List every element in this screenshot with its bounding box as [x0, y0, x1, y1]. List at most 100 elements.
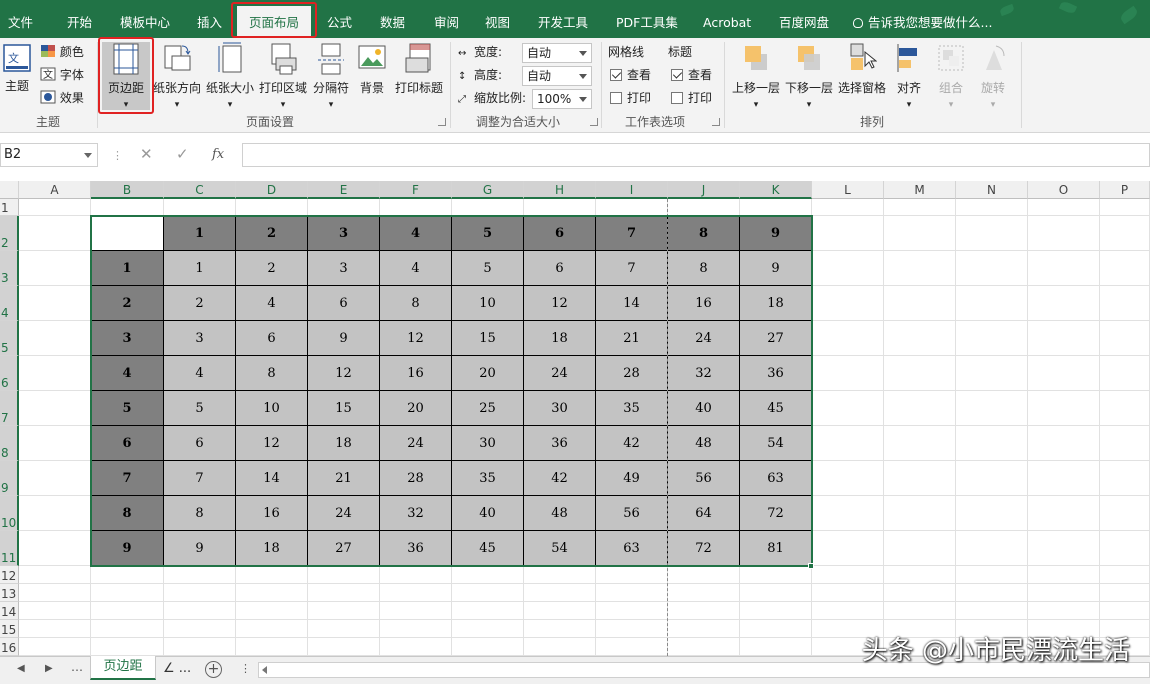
row-header-7[interactable]: 7: [0, 391, 19, 426]
worksheet-grid[interactable]: A B C D E F G H I J K L M N O P 1 2 3 4 5 6 7 8 9 10 11 12 13 14 15 16 1…: [0, 181, 1150, 656]
gridline: [19, 583, 1150, 584]
print-titles-button[interactable]: 打印标题: [393, 42, 445, 96]
row-header-1[interactable]: 1: [0, 199, 19, 216]
row-header-14[interactable]: 14: [0, 602, 19, 620]
gridlines-print-checkbox[interactable]: 打印: [610, 88, 651, 108]
tab-page-layout[interactable]: 页面布局: [231, 2, 318, 38]
page-setup-launcher[interactable]: [438, 118, 446, 126]
row-header-label: 3: [1, 271, 9, 285]
column-header-n[interactable]: N: [956, 181, 1028, 199]
row-header-10[interactable]: 10: [0, 496, 19, 531]
tell-me-box[interactable]: 告诉我您想要做什么...: [853, 0, 992, 38]
lightbulb-icon: [853, 18, 863, 28]
column-header-j[interactable]: J: [668, 181, 740, 199]
fill-handle[interactable]: [808, 563, 814, 569]
themes-button[interactable]: 文 主题: [2, 42, 32, 94]
row-header-11[interactable]: 11: [0, 531, 19, 566]
orientation-button[interactable]: 纸张方向 ▾: [153, 42, 201, 110]
column-header-e[interactable]: E: [308, 181, 380, 199]
colors-icon: [41, 45, 55, 57]
enter-icon[interactable]: ✓: [176, 145, 189, 163]
scale-launcher[interactable]: [590, 118, 598, 126]
next-sheet-icon[interactable]: ▶: [45, 663, 53, 674]
gridlines-view-checkbox[interactable]: 查看: [610, 65, 651, 85]
tab-formulas[interactable]: 公式: [327, 0, 352, 38]
select-all-corner[interactable]: [0, 181, 19, 199]
tab-developer[interactable]: 开发工具: [538, 0, 588, 38]
scale-spinner[interactable]: 100%: [532, 88, 592, 109]
print-area-button[interactable]: 打印区域 ▾: [258, 42, 308, 110]
colors-button[interactable]: 颜色: [40, 42, 84, 62]
row-header-label: 16: [1, 641, 17, 655]
selection-pane-button[interactable]: 选择窗格: [837, 42, 887, 96]
column-header-f[interactable]: F: [380, 181, 452, 199]
row-header-9[interactable]: 9: [0, 461, 19, 496]
rotate-button[interactable]: 旋转 ▾: [977, 42, 1009, 110]
tab-review[interactable]: 审阅: [434, 0, 459, 38]
tab-file[interactable]: 文件: [8, 0, 33, 38]
row-header-13[interactable]: 13: [0, 584, 19, 602]
headings-print-checkbox[interactable]: 打印: [671, 88, 712, 108]
width-icon: ↔: [458, 48, 467, 59]
column-header-g[interactable]: G: [452, 181, 524, 199]
align-button[interactable]: 对齐 ▾: [893, 42, 925, 110]
row-header-4[interactable]: 4: [0, 286, 19, 321]
row-header-16[interactable]: 16: [0, 638, 19, 656]
column-header-i[interactable]: I: [596, 181, 668, 199]
tab-view[interactable]: 视图: [485, 0, 510, 38]
gridlines-header: 网格线: [608, 45, 645, 59]
gridline: [883, 199, 884, 656]
insert-function-icon[interactable]: fx: [212, 147, 224, 162]
scroll-left-icon[interactable]: [262, 666, 267, 674]
row-header-6[interactable]: 6: [0, 356, 19, 391]
row-header-15[interactable]: 15: [0, 620, 19, 638]
tab-home[interactable]: 开始: [67, 0, 92, 38]
height-select[interactable]: 自动: [522, 65, 592, 86]
effects-button[interactable]: 效果: [40, 88, 84, 108]
cancel-icon[interactable]: ✕: [140, 145, 153, 163]
tab-acrobat[interactable]: Acrobat: [703, 0, 751, 38]
column-header-c[interactable]: C: [164, 181, 236, 199]
fonts-button[interactable]: 文 字体: [40, 65, 84, 85]
size-button[interactable]: 纸张大小 ▾: [205, 42, 255, 110]
column-header-p[interactable]: P: [1100, 181, 1150, 199]
column-header-d[interactable]: D: [236, 181, 308, 199]
breaks-button[interactable]: 分隔符 ▾: [311, 42, 351, 110]
column-header-a[interactable]: A: [19, 181, 91, 199]
gridline: [955, 199, 956, 656]
checkbox-unchecked-icon: [671, 92, 683, 104]
headings-view-checkbox[interactable]: 查看: [671, 65, 712, 85]
column-header-b[interactable]: B: [91, 181, 164, 199]
tab-baidu-netdisk[interactable]: 百度网盘: [779, 0, 829, 38]
bring-forward-button[interactable]: 上移一层 ▾: [731, 42, 781, 110]
column-header-l[interactable]: L: [812, 181, 884, 199]
chevron-down-icon: ▾: [806, 100, 812, 110]
tab-templates[interactable]: 模板中心: [120, 0, 170, 38]
column-header-k[interactable]: K: [740, 181, 812, 199]
tab-data[interactable]: 数据: [380, 0, 405, 38]
sheet-options-launcher[interactable]: [712, 118, 720, 126]
row-header-3[interactable]: 3: [0, 251, 19, 286]
add-sheet-icon[interactable]: +: [205, 661, 222, 678]
sheet-tab-active[interactable]: 页边距: [90, 656, 156, 680]
row-header-5[interactable]: 5: [0, 321, 19, 356]
tab-insert[interactable]: 插入: [197, 0, 222, 38]
column-header-m[interactable]: M: [884, 181, 956, 199]
formula-input[interactable]: [242, 143, 1150, 167]
group-button[interactable]: 组合 ▾: [935, 42, 967, 110]
tab-pdf-tools[interactable]: PDF工具集: [616, 0, 678, 38]
column-header-h[interactable]: H: [524, 181, 596, 199]
row-header-12[interactable]: 12: [0, 566, 19, 584]
column-header-o[interactable]: O: [1028, 181, 1100, 199]
send-backward-button[interactable]: 下移一层 ▾: [784, 42, 834, 110]
more-sheets-left-icon[interactable]: …: [71, 660, 83, 674]
width-select[interactable]: 自动: [522, 42, 592, 63]
row-header-8[interactable]: 8: [0, 426, 19, 461]
chevron-down-icon: ▾: [906, 100, 912, 110]
splitter-icon[interactable]: ⋮: [240, 662, 251, 675]
background-button[interactable]: 背景: [356, 42, 388, 96]
prev-sheet-icon[interactable]: ◀: [17, 663, 25, 674]
sheet-tab-next[interactable]: ∠ ...: [163, 661, 191, 676]
row-header-2[interactable]: 2: [0, 216, 19, 251]
name-box[interactable]: B2: [0, 143, 98, 167]
